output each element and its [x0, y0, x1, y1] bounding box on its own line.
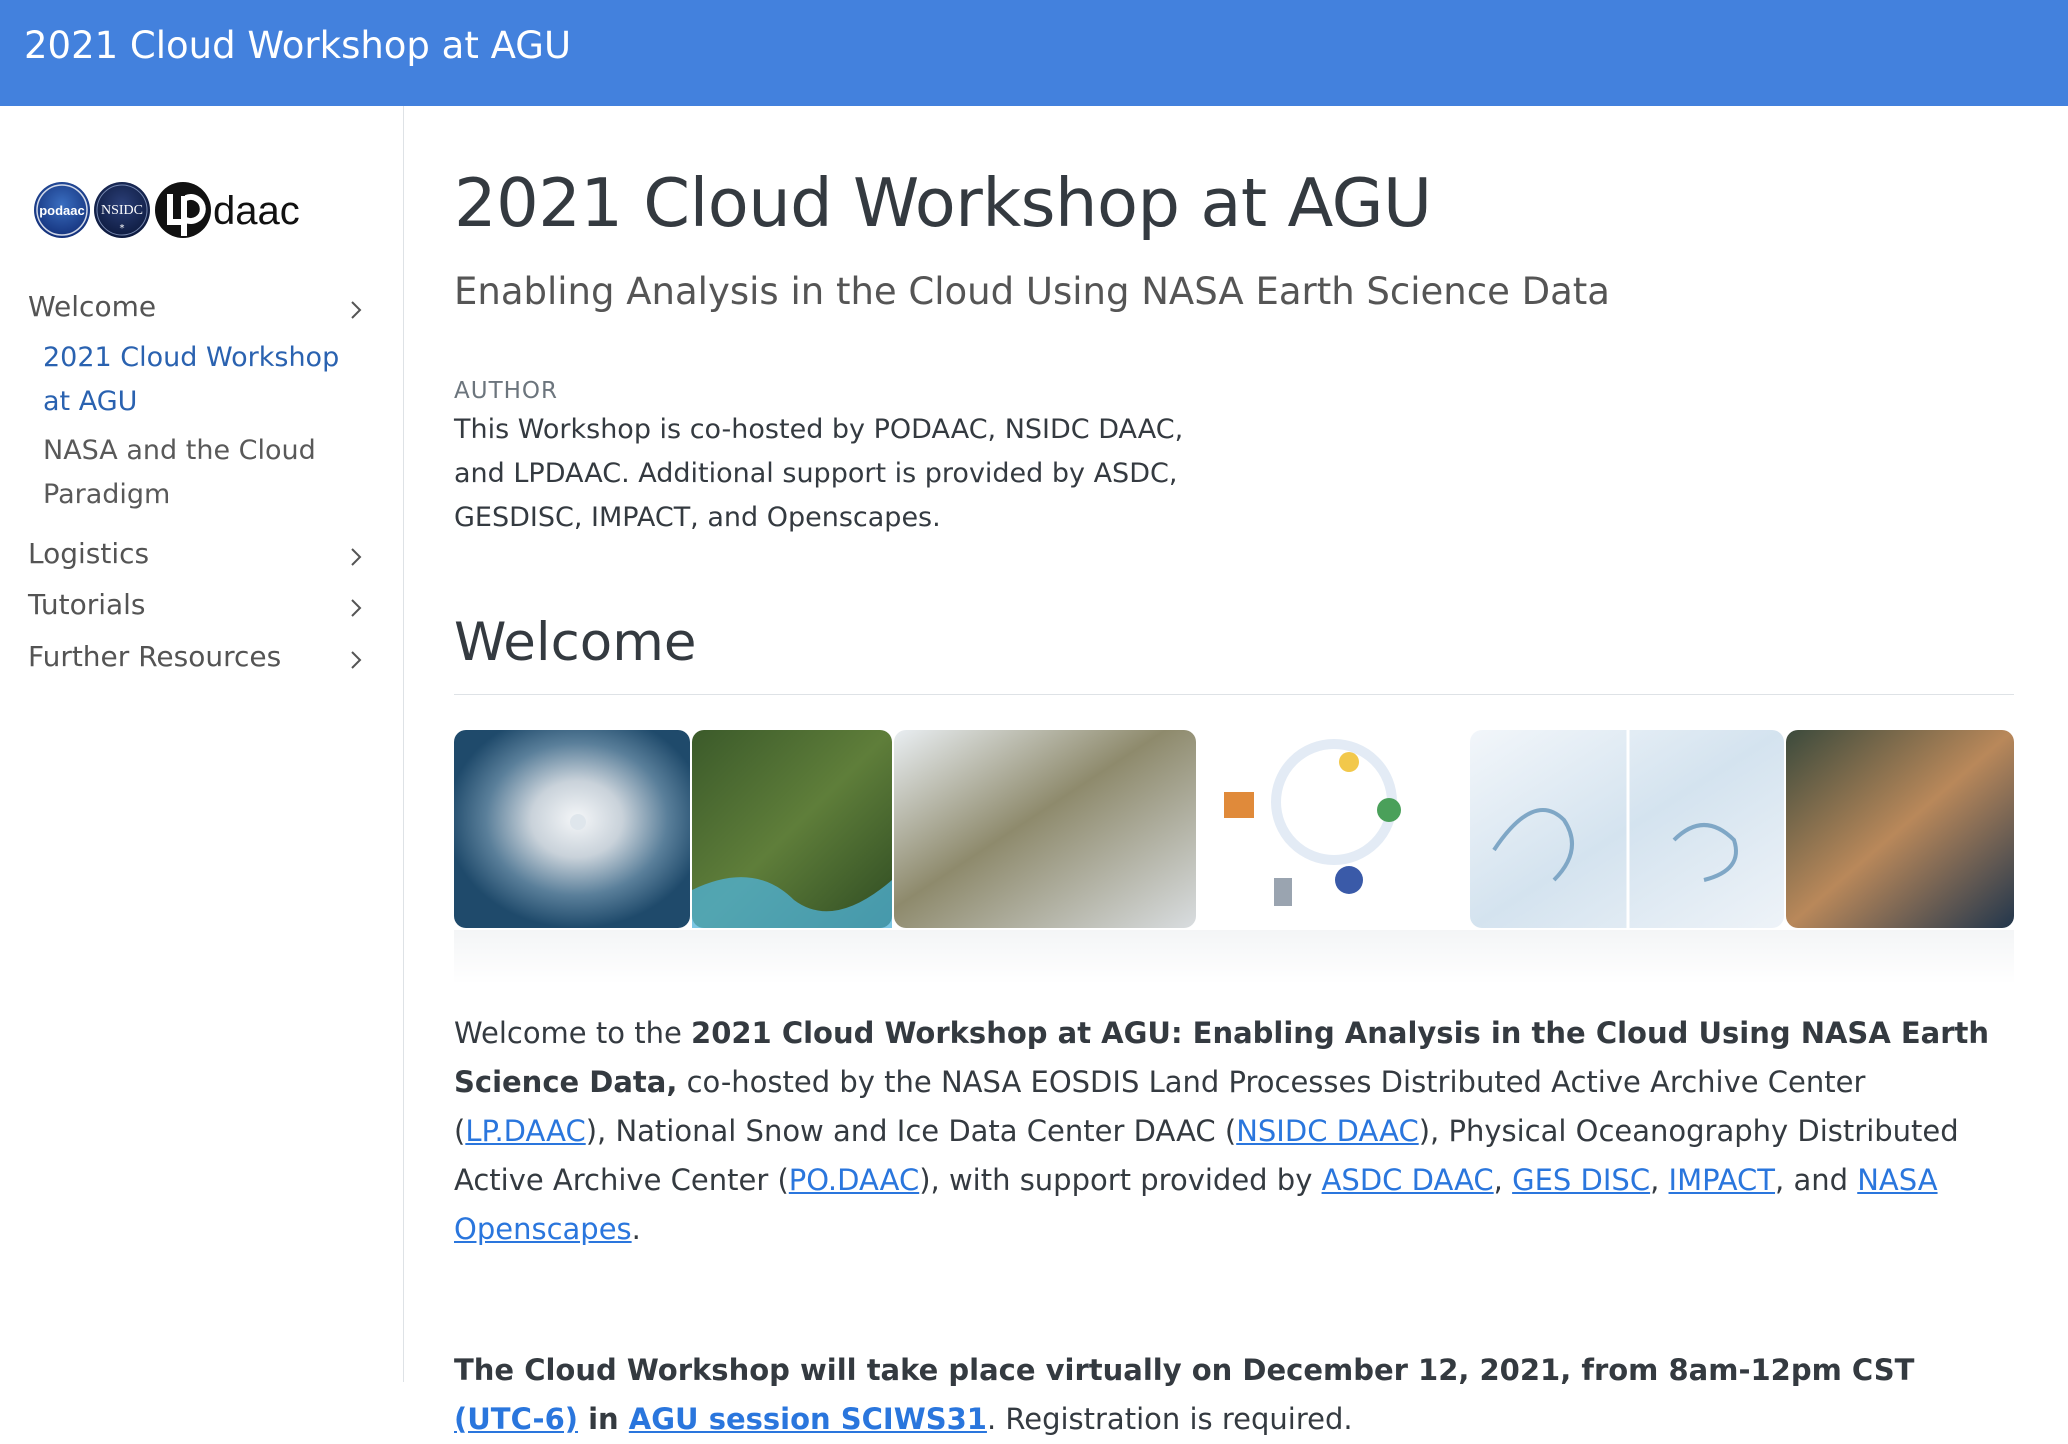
chevron-right-icon[interactable]	[342, 296, 370, 324]
agu-session-link[interactable]: AGU session SCIWS31	[629, 1402, 987, 1436]
ges-disc-link[interactable]: GES DISC	[1512, 1163, 1650, 1197]
welcome-paragraph: Welcome to the 2021 Cloud Workshop at AG…	[454, 1016, 1990, 1246]
sidebar-item-label: Further Resources	[28, 640, 282, 673]
schedule-paragraph: The Cloud Workshop will take place virtu…	[454, 1353, 1915, 1436]
earth-science-banner-image	[454, 730, 2014, 984]
chevron-right-icon[interactable]	[342, 543, 370, 571]
section-heading-welcome: Welcome	[454, 612, 697, 673]
page-title: 2021 Cloud Workshop at AGU	[454, 164, 1432, 242]
author-text: This Workshop is co-hosted by PODAAC, NS…	[454, 414, 1184, 533]
svg-text:*: *	[120, 223, 125, 234]
utc-link[interactable]: (UTC-6)	[454, 1402, 578, 1436]
site-title[interactable]: 2021 Cloud Workshop at AGU	[24, 24, 571, 67]
impact-link[interactable]: IMPACT	[1669, 1163, 1776, 1197]
svg-text:podaac: podaac	[39, 203, 85, 218]
svg-text:NSIDC: NSIDC	[101, 203, 143, 218]
sidebar-item-further-resources[interactable]: Further Resources	[28, 640, 380, 673]
sidebar-item-logistics[interactable]: Logistics	[28, 537, 380, 570]
chevron-right-icon[interactable]	[342, 594, 370, 622]
sidebar-item-label: Tutorials	[28, 588, 146, 621]
sidebar-item-label: Logistics	[28, 537, 150, 570]
asdc-daac-link[interactable]: ASDC DAAC	[1322, 1163, 1494, 1197]
author-label: AUTHOR	[454, 378, 558, 404]
sidebar-subitem-cloud-workshop[interactable]: 2021 Cloud Workshop at AGU	[43, 336, 363, 424]
nsidc-daac-link[interactable]: NSIDC DAAC	[1236, 1114, 1419, 1148]
podaac-link[interactable]: PO.DAAC	[789, 1163, 919, 1197]
lpdaac-link[interactable]: LP.DAAC	[465, 1114, 585, 1148]
divider	[454, 694, 2014, 695]
sidebar: podaac NSIDC * daac Welcome 2021 Cloud W…	[0, 106, 404, 1382]
sidebar-item-welcome[interactable]: Welcome	[28, 290, 380, 323]
sidebar-item-tutorials[interactable]: Tutorials	[28, 588, 380, 621]
sidebar-subitem-nasa-cloud-paradigm[interactable]: NASA and the Cloud Paradigm	[43, 429, 363, 517]
chevron-right-icon[interactable]	[342, 646, 370, 674]
svg-text:daac: daac	[213, 189, 300, 233]
podaac-nsidc-lpdaac-logos: podaac NSIDC * daac	[34, 182, 300, 238]
sidebar-item-label: Welcome	[28, 290, 157, 323]
top-navbar: 2021 Cloud Workshop at AGU	[0, 0, 2068, 106]
page-subtitle: Enabling Analysis in the Cloud Using NAS…	[454, 270, 1610, 313]
